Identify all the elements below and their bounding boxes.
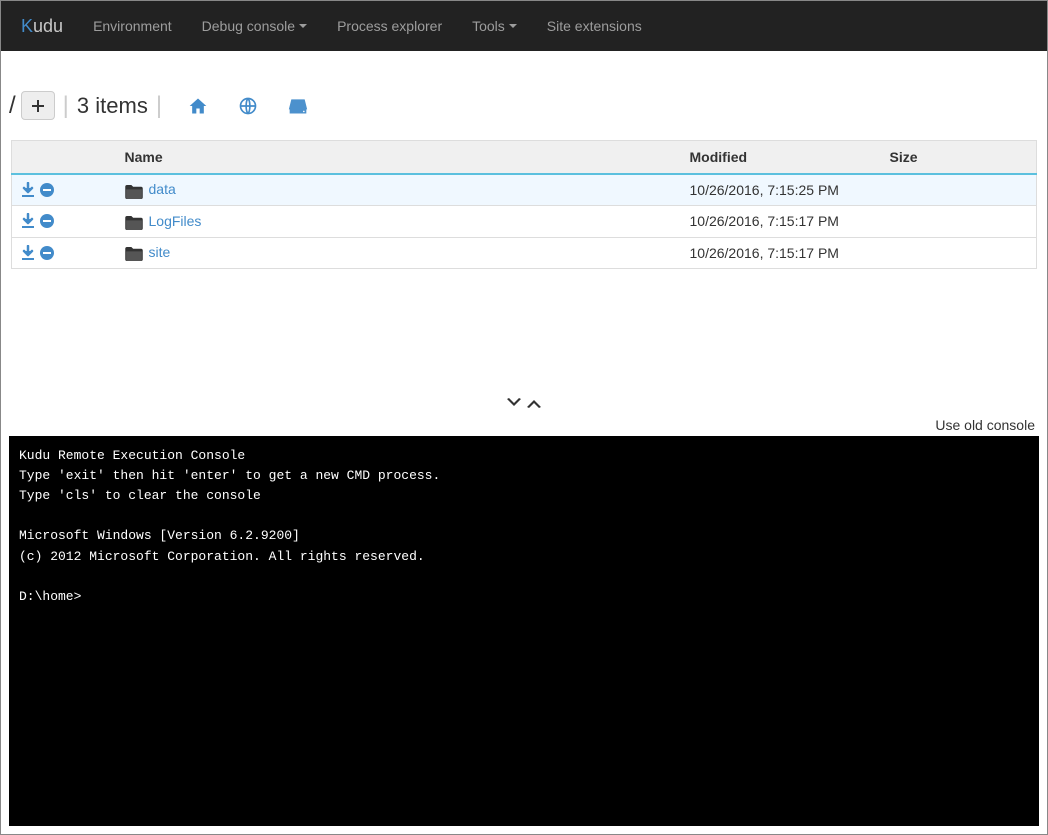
- table-row: site 10/26/2016, 7:15:17 PM: [12, 237, 1037, 268]
- nav-item-process-explorer[interactable]: Process explorer: [322, 3, 457, 49]
- console-output[interactable]: Kudu Remote Execution Console Type 'exit…: [9, 436, 1039, 826]
- delete-icon[interactable]: [39, 244, 55, 261]
- plus-icon: [32, 100, 44, 112]
- folder-icon: [125, 245, 143, 261]
- breadcrumb-toolbar: / | 3 items |: [1, 81, 1047, 130]
- nav-item-label: Site extensions: [547, 18, 642, 34]
- nav-item-label: Process explorer: [337, 18, 442, 34]
- download-icon[interactable]: [20, 213, 36, 230]
- brand-logo[interactable]: Kudu: [16, 16, 78, 37]
- folder-link[interactable]: LogFiles: [149, 213, 202, 229]
- col-name: Name: [117, 141, 682, 175]
- folder-icon: [125, 214, 143, 230]
- separator: |: [63, 92, 69, 120]
- download-icon[interactable]: [20, 244, 36, 261]
- splitter-handle[interactable]: [1, 394, 1047, 412]
- col-actions: [12, 141, 117, 175]
- nav-item-debug-console[interactable]: Debug console: [187, 3, 322, 49]
- table-row: data 10/26/2016, 7:15:25 PM: [12, 174, 1037, 206]
- table-row: LogFiles 10/26/2016, 7:15:17 PM: [12, 206, 1037, 237]
- chevron-down-icon[interactable]: [506, 394, 522, 412]
- folder-link[interactable]: data: [149, 181, 176, 197]
- size-cell: [882, 174, 1037, 206]
- nav-item-label: Debug console: [202, 18, 295, 34]
- caret-icon: [509, 24, 517, 28]
- modified-cell: 10/26/2016, 7:15:17 PM: [682, 237, 882, 268]
- items-count: 3 items: [77, 93, 148, 119]
- disk-icon[interactable]: [288, 95, 308, 116]
- caret-icon: [299, 24, 307, 28]
- add-button[interactable]: [21, 91, 55, 120]
- folder-link[interactable]: site: [149, 244, 171, 260]
- nav-item-site-extensions[interactable]: Site extensions: [532, 3, 657, 49]
- home-icon[interactable]: [188, 95, 208, 116]
- nav-item-environment[interactable]: Environment: [78, 3, 187, 49]
- breadcrumb-root[interactable]: /: [9, 92, 16, 120]
- col-size: Size: [882, 141, 1037, 175]
- use-old-console-link[interactable]: Use old console: [1, 417, 1047, 436]
- modified-cell: 10/26/2016, 7:15:25 PM: [682, 174, 882, 206]
- delete-icon[interactable]: [39, 213, 55, 230]
- modified-cell: 10/26/2016, 7:15:17 PM: [682, 206, 882, 237]
- navbar: Kudu Environment Debug console Process exp…: [1, 1, 1047, 51]
- download-icon[interactable]: [20, 181, 36, 198]
- folder-icon: [125, 183, 143, 199]
- file-table: Name Modified Size data 10/26/2016, 7:15:…: [11, 140, 1037, 269]
- delete-icon[interactable]: [39, 181, 55, 198]
- col-modified: Modified: [682, 141, 882, 175]
- nav-item-label: Tools: [472, 18, 505, 34]
- separator: |: [156, 92, 162, 120]
- brand-text: udu: [33, 16, 63, 36]
- chevron-up-icon[interactable]: [526, 394, 542, 412]
- size-cell: [882, 237, 1037, 268]
- size-cell: [882, 206, 1037, 237]
- nav-item-tools[interactable]: Tools: [457, 3, 532, 49]
- nav-item-label: Environment: [93, 18, 172, 34]
- globe-icon[interactable]: [238, 95, 258, 116]
